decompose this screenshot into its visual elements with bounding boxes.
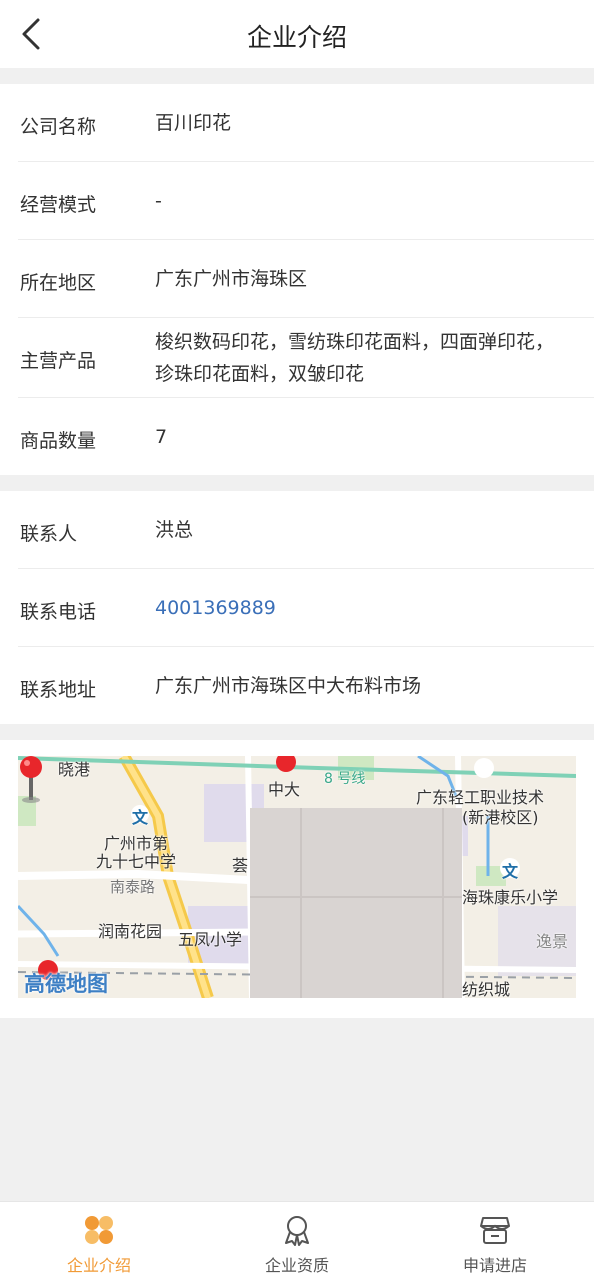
row-value: 梭织数码印花，雪纺珠印花面料，四面弹印花，珍珠印花面料，双皱印花 <box>155 331 555 385</box>
contact-phone-row: 联系电话 4001369889 <box>18 569 594 647</box>
map-card: 晓港 中大 8 号线 文 广州市第 九十七中学 南泰路 润南花园 五凤小学 荟 … <box>0 740 594 1018</box>
row-value: 7 <box>155 426 168 448</box>
grid-line <box>442 808 444 998</box>
row-value: 百川印花 <box>155 112 232 134</box>
row-value: - <box>155 190 162 212</box>
map-label: 逸景 <box>536 932 569 951</box>
product-count-row: 商品数量 7 <box>18 398 594 475</box>
company-intro-icon <box>85 1216 113 1244</box>
row-label: 所在地区 <box>20 272 97 294</box>
contact-address-row: 联系地址 广东广州市海珠区中大布料市场 <box>18 647 594 724</box>
map-label: 润南花园 <box>98 922 163 941</box>
map-label: 九十七中学 <box>96 852 177 871</box>
company-name-row: 公司名称 百川印花 <box>18 84 594 162</box>
map-loading-overlay <box>250 808 462 998</box>
business-model-row: 经营模式 - <box>18 162 594 240</box>
region-row: 所在地区 广东广州市海珠区 <box>18 240 594 318</box>
row-value: 洪总 <box>155 519 194 541</box>
tab-company-intro[interactable]: 企业介绍 <box>0 1202 198 1280</box>
tab-label: 企业介绍 <box>66 1256 131 1275</box>
contact-person-row: 联系人 洪总 <box>18 491 594 569</box>
row-value: 广东广州市海珠区中大布料市场 <box>155 675 422 697</box>
map-label: 纺织城 <box>462 980 511 998</box>
row-label: 公司名称 <box>20 116 97 138</box>
row-label: 联系地址 <box>20 679 97 701</box>
tab-label: 申请进店 <box>462 1256 527 1275</box>
grid-line <box>250 896 462 898</box>
main-products-row: 主营产品 梭织数码印花，雪纺珠印花面料，四面弹印花，珍珠印花面料，双皱印花 <box>18 318 594 398</box>
school-icon: 文 <box>132 808 149 827</box>
map-pin-icon <box>20 756 42 803</box>
bottom-tab-bar: 企业介绍 企业资质 申请进店 <box>0 1201 594 1280</box>
map-label: 荟 <box>232 856 249 875</box>
page-title: 企业介绍 <box>246 23 347 52</box>
qualification-icon <box>285 1216 309 1246</box>
row-label: 联系人 <box>20 523 78 545</box>
top-bar: 企业介绍 <box>0 0 594 68</box>
store-icon <box>480 1217 510 1244</box>
map-label: 中大 <box>268 780 301 799</box>
row-label: 主营产品 <box>20 350 97 372</box>
tab-label: 企业资质 <box>264 1256 329 1275</box>
company-info-card: 公司名称 百川印花 经营模式 - 所在地区 广东广州市海珠区 主营产品 梭织数码… <box>0 84 594 475</box>
amap-logo: 高德地图 <box>24 972 108 996</box>
tab-apply-store[interactable]: 申请进店 <box>396 1202 594 1280</box>
row-value: 广东广州市海珠区 <box>155 268 308 290</box>
school-icon: 文 <box>502 862 519 881</box>
metro-line-label: 8 号线 <box>324 771 366 787</box>
location-map[interactable]: 晓港 中大 8 号线 文 广州市第 九十七中学 南泰路 润南花园 五凤小学 荟 … <box>18 756 576 998</box>
map-label: 海珠康乐小学 <box>462 888 559 907</box>
grid-line <box>300 808 302 998</box>
map-label: 晓港 <box>58 760 91 779</box>
row-label: 联系电话 <box>20 601 97 623</box>
tab-qualification[interactable]: 企业资质 <box>198 1202 396 1280</box>
row-label: 经营模式 <box>20 194 97 216</box>
map-label: (新港校区) <box>462 808 539 827</box>
phone-link[interactable]: 4001369889 <box>155 592 570 624</box>
map-label: 五凤小学 <box>178 930 243 949</box>
contact-info-card: 联系人 洪总 联系电话 4001369889 联系地址 广东广州市海珠区中大布料… <box>0 491 594 724</box>
road-label: 南泰路 <box>110 878 156 896</box>
row-label: 商品数量 <box>20 430 97 452</box>
